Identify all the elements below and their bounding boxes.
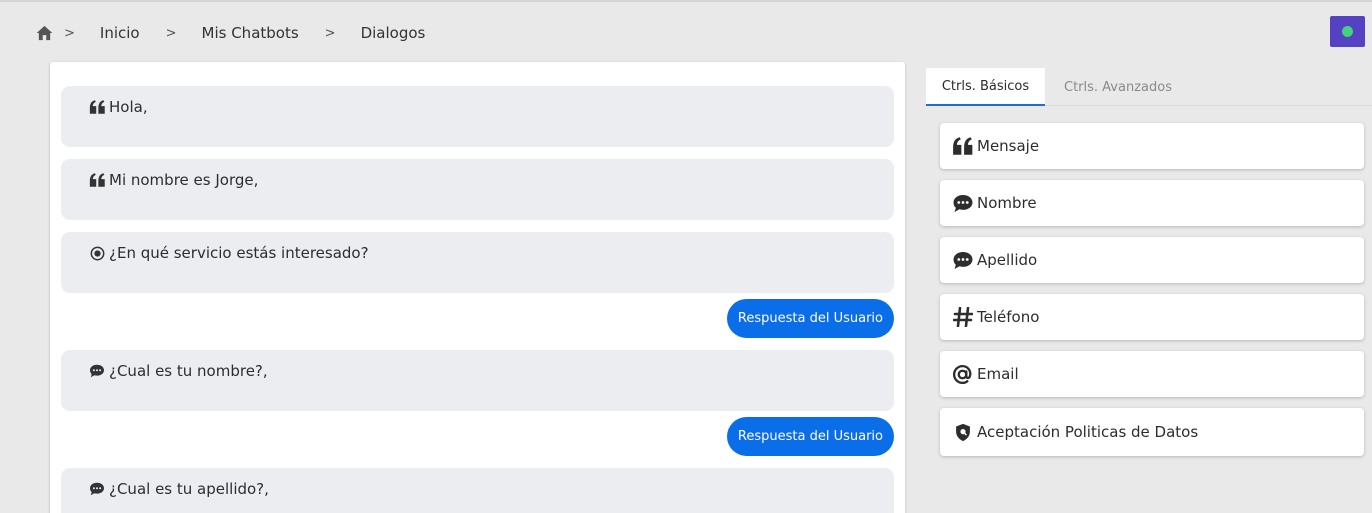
chat-icon bbox=[951, 249, 974, 271]
control-label: Mensaje bbox=[977, 137, 1040, 155]
breadcrumb: > Inicio > Mis Chatbots > Dialogos bbox=[36, 22, 425, 44]
radio-icon bbox=[88, 244, 106, 262]
tab-advanced-controls[interactable]: Ctrls. Avanzados bbox=[1064, 68, 1172, 106]
control-label: Aceptación Politicas de Datos bbox=[977, 423, 1199, 441]
user-reply-button[interactable]: Respuesta del Usuario bbox=[726, 299, 894, 338]
dialog-message-text: ¿En qué servicio estás interesado? bbox=[109, 244, 369, 262]
control-aceptacion-politicas[interactable]: Aceptación Politicas de Datos bbox=[940, 408, 1364, 456]
home-icon[interactable] bbox=[36, 25, 53, 41]
control-label: Teléfono bbox=[977, 308, 1040, 326]
control-telefono[interactable]: Teléfono bbox=[940, 294, 1364, 340]
quote-icon bbox=[88, 171, 106, 189]
dialog-message-text: ¿Cual es tu apellido?, bbox=[109, 480, 269, 498]
dialog-message-text: Mi nombre es Jorge, bbox=[109, 171, 259, 189]
dialog-message-text: ¿Cual es tu nombre?, bbox=[109, 362, 268, 380]
breadcrumb-item-inicio[interactable]: Inicio bbox=[100, 24, 140, 42]
user-reply-button[interactable]: Respuesta del Usuario bbox=[726, 417, 894, 456]
breadcrumb-separator: > bbox=[324, 25, 336, 41]
control-email[interactable]: Email bbox=[940, 351, 1364, 397]
control-label: Nombre bbox=[977, 194, 1037, 212]
chat-icon bbox=[88, 362, 106, 380]
controls-tabs: Ctrls. Básicos Ctrls. Avanzados bbox=[926, 66, 1372, 106]
breadcrumb-separator: > bbox=[64, 25, 75, 41]
status-button[interactable] bbox=[1330, 16, 1365, 47]
control-nombre[interactable]: Nombre bbox=[940, 180, 1364, 226]
hash-icon bbox=[951, 306, 974, 328]
tab-basic-controls[interactable]: Ctrls. Básicos bbox=[926, 68, 1045, 106]
chat-icon bbox=[88, 480, 106, 498]
at-icon bbox=[951, 363, 974, 385]
control-label: Apellido bbox=[977, 251, 1038, 269]
status-indicator bbox=[1342, 26, 1353, 37]
dialog-message-bubble[interactable]: Hola, bbox=[61, 86, 894, 147]
breadcrumb-item-mis-chatbots[interactable]: Mis Chatbots bbox=[202, 24, 299, 42]
breadcrumb-item-dialogos: Dialogos bbox=[360, 24, 426, 42]
dialog-question-bubble[interactable]: ¿Cual es tu apellido?, bbox=[61, 468, 894, 513]
shield-icon bbox=[951, 421, 974, 443]
dialog-message-bubble[interactable]: Mi nombre es Jorge, bbox=[61, 159, 894, 220]
dialog-question-bubble[interactable]: ¿Cual es tu nombre?, bbox=[61, 350, 894, 411]
dialog-message-text: Hola, bbox=[109, 98, 148, 116]
chat-icon bbox=[951, 192, 974, 214]
control-apellido[interactable]: Apellido bbox=[940, 237, 1364, 283]
control-mensaje[interactable]: Mensaje bbox=[940, 123, 1364, 169]
dialog-canvas: Hola, Mi nombre es Jorge, ¿En qué servic… bbox=[50, 62, 905, 513]
quote-icon bbox=[88, 98, 106, 116]
dialog-question-bubble[interactable]: ¿En qué servicio estás interesado? bbox=[61, 232, 894, 293]
quote-icon bbox=[951, 135, 974, 157]
control-label: Email bbox=[977, 365, 1019, 383]
breadcrumb-separator: > bbox=[165, 25, 177, 41]
